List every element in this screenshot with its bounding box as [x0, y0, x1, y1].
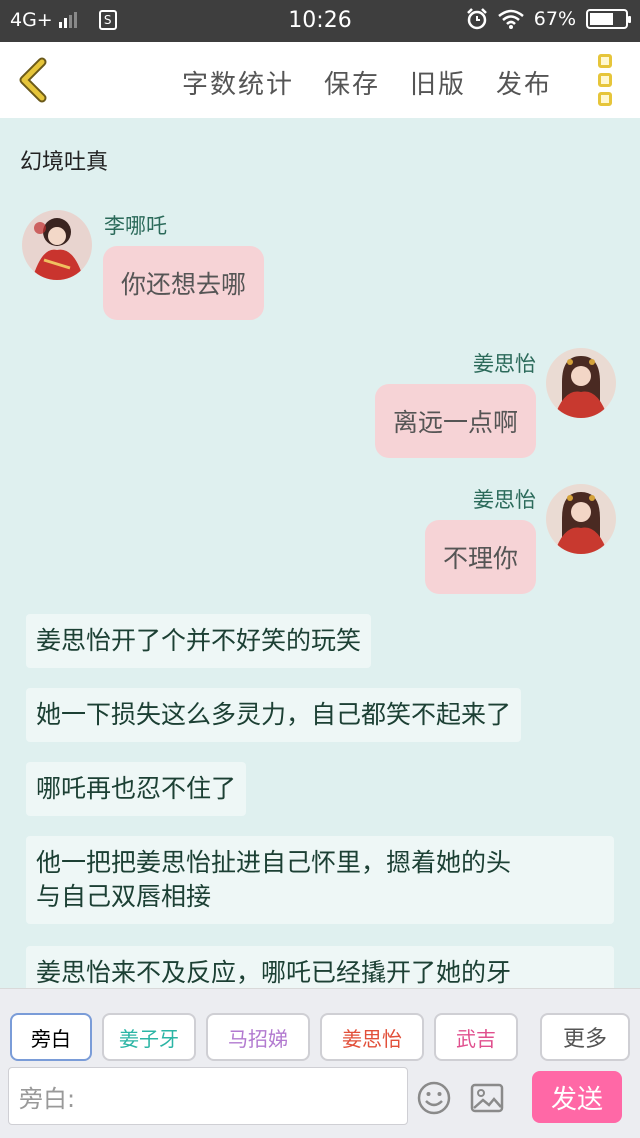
word-count-button[interactable]: 字数统计 — [182, 64, 294, 101]
character-chips: 旁白 姜子牙 马招娣 姜思怡 武吉 — [10, 1013, 518, 1061]
character-chip[interactable]: 马招娣 — [206, 1013, 310, 1061]
more-vertical-icon[interactable] — [598, 54, 614, 106]
battery-percent: 67% — [533, 8, 576, 30]
back-button[interactable] — [12, 56, 56, 104]
composer-input[interactable]: 旁白: — [8, 1067, 408, 1125]
character-chip[interactable]: 武吉 — [434, 1013, 518, 1061]
story-content[interactable]: 幻境吐真 李哪吒 你还想去哪 姜思怡 离远一点啊 姜思怡 不理你 姜思怡开了个并… — [0, 118, 640, 988]
speaker-name: 姜思怡 — [473, 352, 536, 376]
speaker-name: 李哪吒 — [104, 214, 167, 238]
narration-line: 他一把把姜思怡扯进自己怀里，摁着她的头 — [36, 848, 512, 877]
avatar-jiang-siyi[interactable] — [546, 484, 616, 554]
publish-button[interactable]: 发布 — [496, 64, 552, 101]
character-chip[interactable]: 姜思怡 — [320, 1013, 424, 1061]
avatar-jiang-siyi[interactable] — [546, 348, 616, 418]
narration-line: 与自己双唇相接 — [36, 882, 212, 911]
wifi-icon — [497, 9, 524, 29]
image-icon[interactable] — [470, 1081, 504, 1115]
save-button[interactable]: 保存 — [324, 64, 380, 101]
chevron-left-icon — [19, 57, 47, 103]
avatar-nezha[interactable] — [22, 210, 92, 280]
narration-item[interactable]: 他一把把姜思怡扯进自己怀里，摁着她的头 与自己双唇相接 — [26, 836, 614, 924]
message-bubble[interactable]: 离远一点啊 — [374, 384, 536, 458]
character-chip[interactable]: 姜子牙 — [102, 1013, 196, 1061]
editor-toolbar: 字数统计 保存 旧版 发布 — [0, 42, 640, 118]
message-bubble[interactable]: 你还想去哪 — [103, 246, 265, 320]
speaker-name: 姜思怡 — [473, 488, 536, 512]
status-right: 67% — [466, 8, 631, 30]
character-chip-narrator[interactable]: 旁白 — [10, 1013, 92, 1061]
battery-icon — [586, 9, 631, 29]
battery-level — [590, 13, 613, 25]
more-characters-button[interactable]: 更多 — [540, 1013, 630, 1061]
toolbar-actions: 字数统计 保存 旧版 发布 — [182, 64, 552, 101]
send-button[interactable]: 发送 — [532, 1071, 622, 1123]
status-bar: 4G+ S 10:26 67% — [0, 0, 640, 42]
story-title: 幻境吐真 — [20, 150, 109, 175]
smiley-icon[interactable] — [417, 1081, 451, 1115]
narration-item[interactable]: 姜思怡来不及反应，哪吒已经撬开了她的牙 — [26, 946, 614, 988]
alarm-icon — [466, 8, 487, 30]
narration-item[interactable]: 姜思怡开了个并不好笑的玩笑 — [26, 614, 372, 668]
narration-item[interactable]: 她一下损失这么多灵力，自己都笑不起来了 — [26, 688, 522, 742]
narration-item[interactable]: 哪吒再也忍不住了 — [26, 762, 247, 816]
composer-panel: 旁白 姜子牙 马招娣 姜思怡 武吉 更多 旁白: 发送 — [0, 988, 640, 1138]
message-bubble[interactable]: 不理你 — [424, 520, 536, 594]
old-version-button[interactable]: 旧版 — [410, 64, 466, 101]
